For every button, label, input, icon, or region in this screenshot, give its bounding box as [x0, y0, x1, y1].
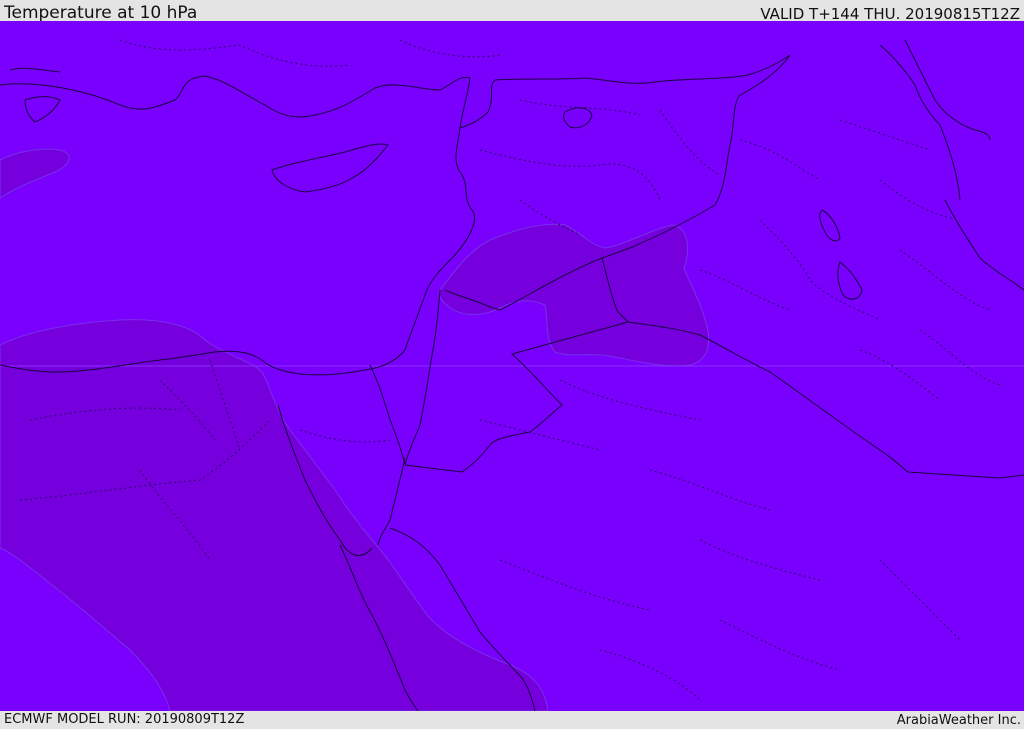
map-title: Temperature at 10 hPa	[4, 3, 198, 23]
footer-bar: ECMWF MODEL RUN: 20190809T12Z ArabiaWeat…	[0, 711, 1024, 729]
header-bar: Temperature at 10 hPa VALID T+144 THU. 2…	[0, 0, 1024, 23]
temperature-map[interactable]	[0, 21, 1024, 711]
credit-label: ArabiaWeather Inc.	[896, 713, 1021, 728]
model-run-label: ECMWF MODEL RUN: 20190809T12Z	[4, 712, 245, 727]
